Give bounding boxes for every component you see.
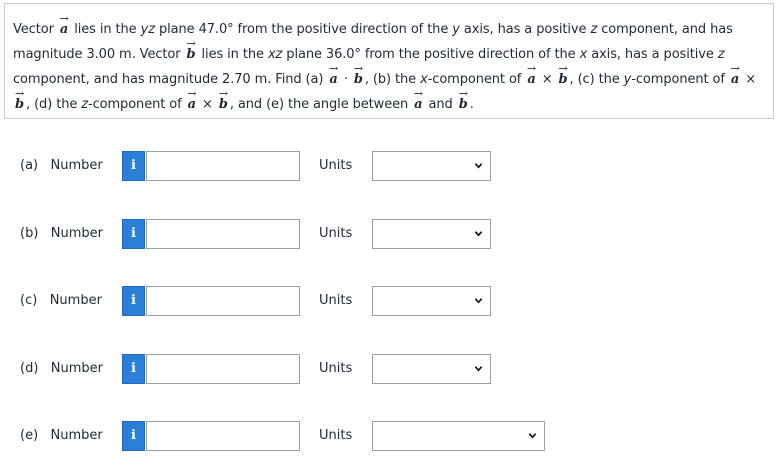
row-label: (d) Number [20, 361, 104, 376]
vector-a-symbol: a [186, 92, 198, 117]
vector-a-symbol: a [58, 17, 70, 42]
info-icon[interactable]: i [122, 151, 145, 181]
number-input-a[interactable] [146, 151, 300, 181]
answer-row-e: (e) Number i Units [0, 421, 783, 451]
number-input-c[interactable] [146, 286, 300, 316]
number-input-e[interactable] [146, 421, 300, 451]
chevron-down-icon [474, 163, 483, 169]
units-label: Units [319, 293, 353, 308]
vector-a-symbol: a [729, 67, 741, 92]
units-label: Units [319, 158, 353, 173]
vector-b-symbol: b [217, 92, 230, 117]
answer-row-a: (a) Number i Units [0, 151, 783, 181]
number-input-b[interactable] [146, 219, 300, 249]
vector-a-symbol: a [327, 67, 339, 92]
units-select-d[interactable] [372, 354, 491, 384]
units-select-c[interactable] [372, 286, 491, 316]
chevron-down-icon [474, 366, 483, 372]
answer-row-d: (d) Number i Units [0, 354, 783, 384]
units-label: Units [319, 428, 353, 443]
chevron-down-icon [474, 231, 483, 237]
units-select-a[interactable] [372, 151, 491, 181]
vector-b-symbol: b [13, 92, 26, 117]
info-icon[interactable]: i [122, 286, 145, 316]
row-label: (a) Number [20, 158, 103, 173]
chevron-down-icon [474, 298, 483, 304]
chevron-down-icon [528, 433, 537, 439]
answer-row-b: (b) Number i Units [0, 219, 783, 249]
units-select-e[interactable] [372, 421, 545, 451]
vector-a-symbol: a [412, 92, 424, 117]
row-label: (e) Number [20, 428, 103, 443]
vector-b-symbol: b [557, 67, 570, 92]
row-label: (c) Number [20, 293, 102, 308]
answer-row-c: (c) Number i Units [0, 286, 783, 316]
units-select-b[interactable] [372, 219, 491, 249]
vector-b-symbol: b [352, 67, 365, 92]
units-label: Units [319, 226, 353, 241]
number-input-d[interactable] [146, 354, 300, 384]
info-icon[interactable]: i [122, 219, 145, 249]
row-label: (b) Number [20, 226, 104, 241]
question-text: Vector a lies in the yz plane 47.0° from… [4, 3, 774, 119]
vector-b-symbol: b [185, 42, 198, 67]
info-icon[interactable]: i [122, 421, 145, 451]
vector-b-symbol: b [457, 92, 470, 117]
info-icon[interactable]: i [122, 354, 145, 384]
units-label: Units [319, 361, 353, 376]
vector-a-symbol: a [525, 67, 537, 92]
